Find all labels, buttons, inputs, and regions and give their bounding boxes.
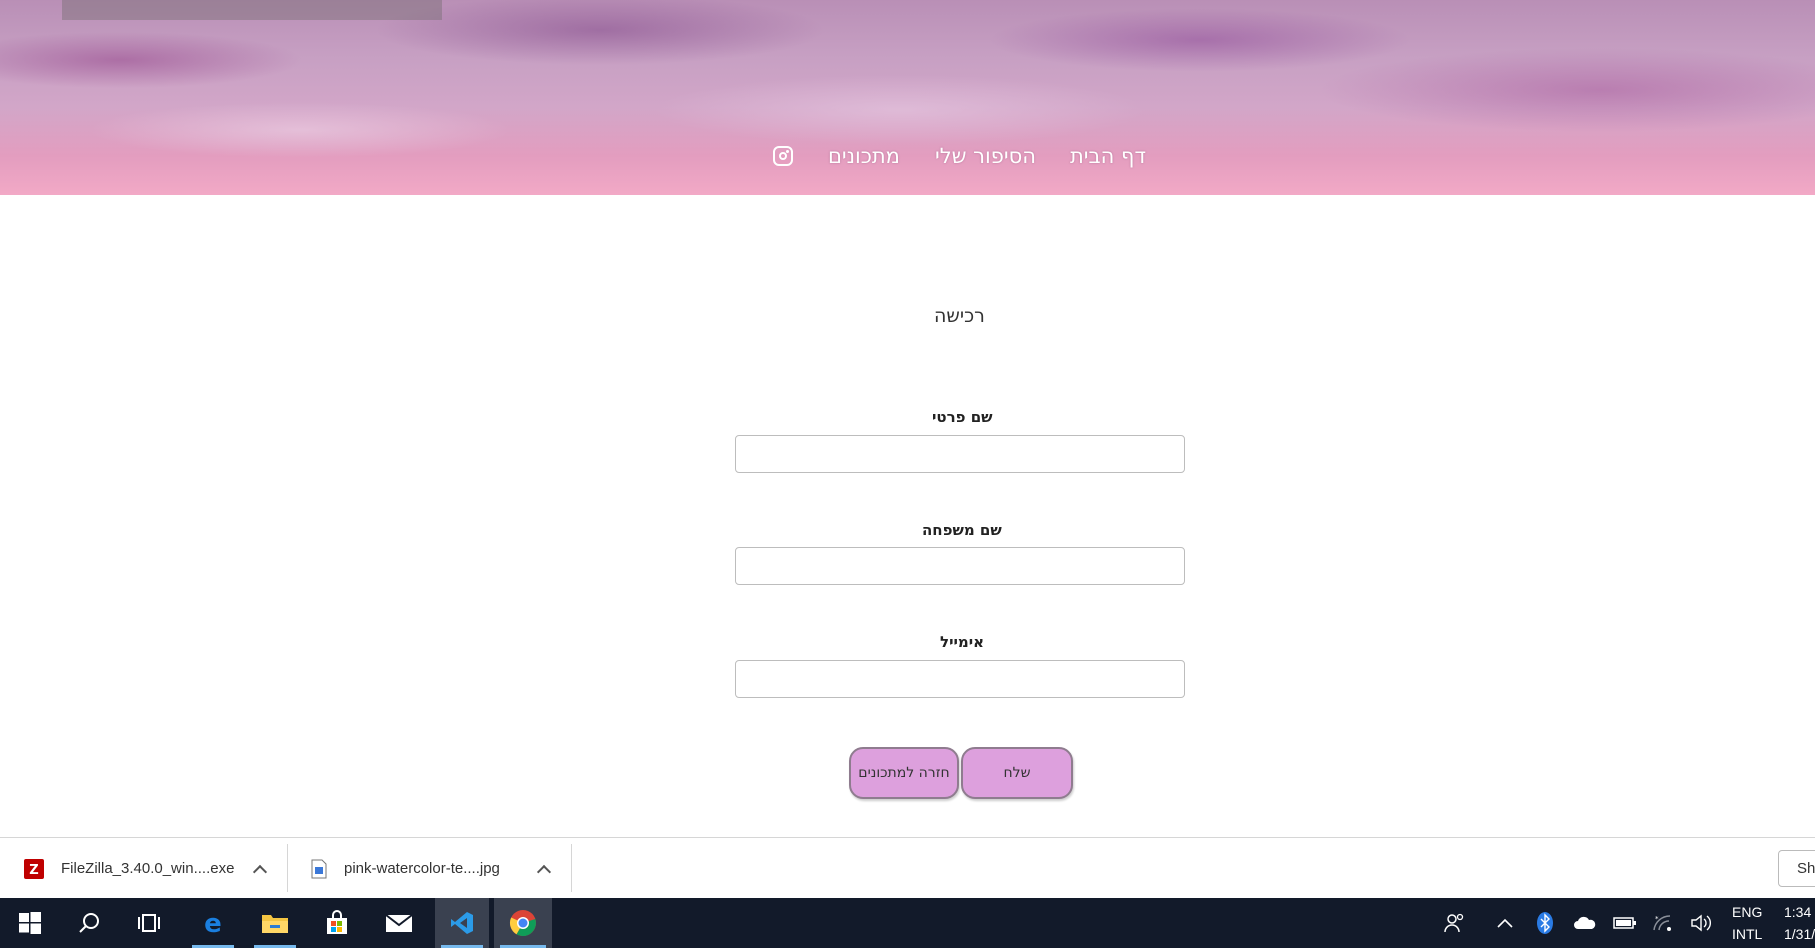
keyboard-layout: INTL — [1732, 926, 1763, 942]
nav-item-home[interactable]: דף הבית — [1070, 144, 1146, 168]
task-view-icon[interactable] — [122, 898, 176, 948]
clock[interactable]: 1:34 1/31/ — [1784, 901, 1815, 945]
nav-item-my-story[interactable]: הסיפור שלי — [935, 144, 1036, 168]
first-name-field[interactable] — [735, 435, 1185, 473]
battery-icon[interactable] — [1610, 898, 1640, 948]
email-field[interactable] — [735, 660, 1185, 698]
filezilla-icon: Z — [24, 858, 44, 879]
windows-start-icon[interactable] — [3, 898, 57, 948]
last-name-field[interactable] — [735, 547, 1185, 585]
last-name-label: שם משפחה — [922, 521, 1002, 539]
banner-overlay-strip — [62, 0, 442, 20]
header-banner: דף הבית הסיפור שלי מתכונים — [0, 0, 1815, 195]
nav-item-recipes[interactable]: מתכונים — [828, 144, 900, 168]
onedrive-icon[interactable] — [1570, 898, 1600, 948]
wifi-icon[interactable]: * — [1648, 898, 1676, 948]
instagram-icon[interactable] — [773, 146, 793, 166]
svg-text:*: * — [1655, 915, 1659, 923]
windows-taskbar: e * ENG INTL 1:34 1/31/ — [0, 898, 1815, 948]
chevron-up-icon[interactable] — [536, 864, 552, 880]
svg-text:e: e — [204, 910, 222, 936]
main-nav: דף הבית הסיפור שלי מתכונים — [0, 140, 1815, 176]
download-item[interactable]: pink-watercolor-te....jpg — [311, 838, 500, 899]
divider — [571, 844, 572, 892]
chevron-up-icon[interactable] — [252, 864, 268, 880]
vscode-icon[interactable] — [435, 898, 489, 948]
submit-button[interactable]: שלח — [961, 747, 1073, 799]
downloads-bar: Z FileZilla_3.40.0_win....exe pink-water… — [0, 837, 1815, 899]
language-code: ENG — [1732, 904, 1763, 920]
back-to-recipes-button[interactable]: חזרה למתכונים — [849, 747, 959, 799]
bluetooth-icon[interactable] — [1532, 898, 1558, 948]
svg-text:Z: Z — [29, 863, 38, 878]
file-explorer-icon[interactable] — [248, 898, 302, 948]
chrome-icon[interactable] — [494, 898, 552, 948]
download-file-name: FileZilla_3.40.0_win....exe — [61, 860, 235, 877]
show-all-button[interactable]: Sh — [1778, 850, 1815, 887]
people-icon[interactable] — [1440, 898, 1470, 948]
divider — [287, 844, 288, 892]
chevron-up-icon[interactable] — [1492, 898, 1518, 948]
clock-date: 1/31/ — [1784, 926, 1815, 942]
download-file-name: pink-watercolor-te....jpg — [344, 860, 500, 877]
page-title: רכישה — [934, 305, 985, 327]
search-icon[interactable] — [62, 898, 116, 948]
language-indicator[interactable]: ENG INTL — [1732, 901, 1762, 945]
mail-icon[interactable] — [372, 898, 426, 948]
email-label: אימייל — [940, 633, 985, 651]
edge-icon[interactable]: e — [186, 898, 240, 948]
volume-icon[interactable] — [1686, 898, 1716, 948]
store-icon[interactable] — [310, 898, 364, 948]
clock-time: 1:34 — [1784, 904, 1812, 920]
first-name-label: שם פרטי — [932, 408, 993, 426]
download-item[interactable]: Z FileZilla_3.40.0_win....exe — [24, 838, 234, 899]
image-file-icon — [311, 859, 327, 878]
